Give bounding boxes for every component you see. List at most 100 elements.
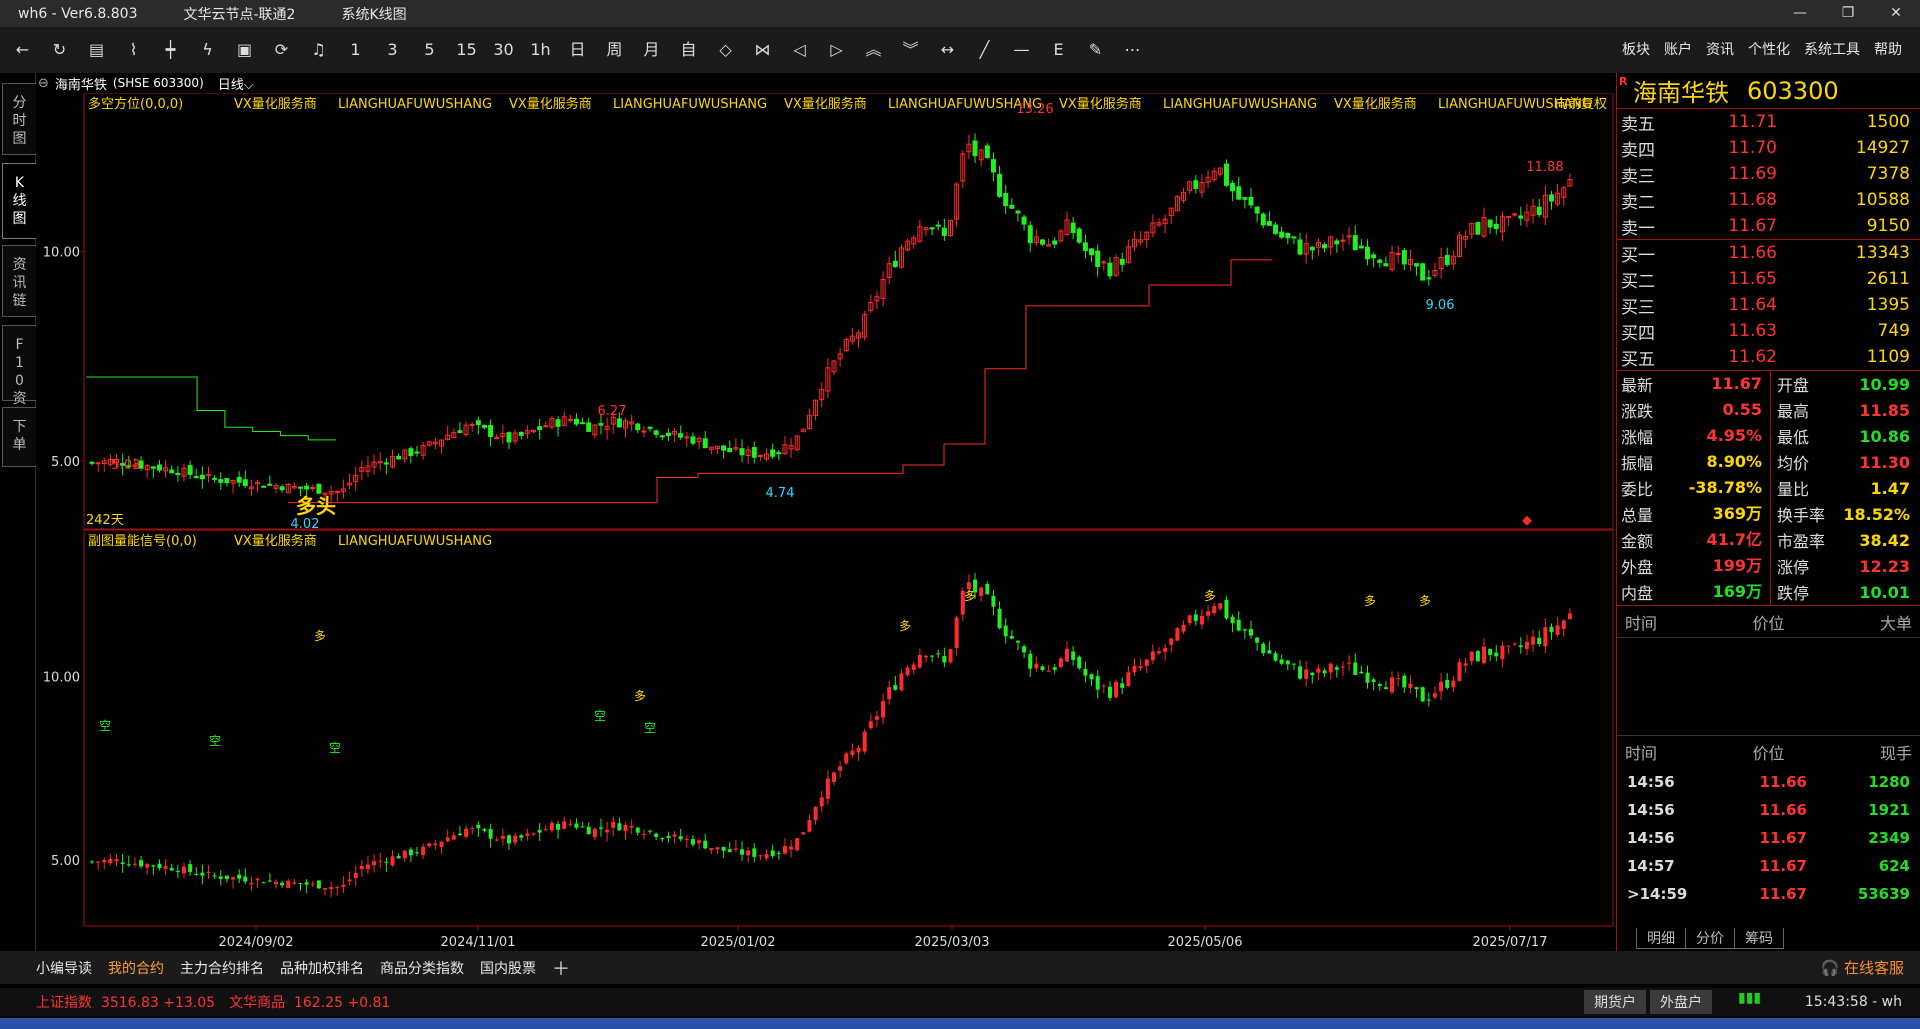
- more-icon[interactable]: ⋯: [1114, 27, 1151, 73]
- menu-2[interactable]: 资讯: [1706, 27, 1734, 73]
- foreign-account-button[interactable]: 外盘户: [1650, 990, 1712, 1014]
- period-button-日[interactable]: 日: [559, 27, 596, 73]
- bell-icon[interactable]: ♫: [300, 27, 337, 73]
- flash-icon[interactable]: ϟ: [189, 27, 226, 73]
- left-tab-4[interactable]: 下单: [2, 407, 36, 467]
- futures-account-button[interactable]: 期货户: [1584, 990, 1646, 1014]
- period-button-5[interactable]: 5: [411, 27, 448, 73]
- panel-tab-2[interactable]: 筹码: [1734, 927, 1784, 949]
- up-icon[interactable]: ︽: [855, 27, 892, 73]
- order-row[interactable]: 买二 11.65 2611: [1617, 266, 1920, 292]
- bottom-tab-5[interactable]: 国内股票: [480, 961, 536, 977]
- table-icon[interactable]: ▤: [78, 27, 115, 73]
- column-header: 现手: [1879, 744, 1912, 763]
- tick-volume: 53639: [1857, 885, 1910, 903]
- candle: [948, 219, 954, 237]
- candle: [586, 418, 592, 432]
- order-row[interactable]: 买四 11.63 749: [1617, 318, 1920, 344]
- draw-line-icon[interactable]: ╱: [966, 27, 1003, 73]
- menu-4[interactable]: 系统工具: [1804, 27, 1860, 73]
- bottom-tab-1[interactable]: 我的合约: [108, 961, 164, 977]
- candle: [721, 445, 727, 459]
- order-label: 买四: [1621, 323, 1655, 344]
- zoom-in-icon[interactable]: ◇: [707, 27, 744, 73]
- period-button-周[interactable]: 周: [596, 27, 633, 73]
- left-tab-2[interactable]: 资讯链: [2, 245, 36, 317]
- left-tab-1[interactable]: K线图: [2, 163, 36, 239]
- bottom-tab-2[interactable]: 主力合约排名: [180, 961, 264, 977]
- candle: [806, 408, 812, 430]
- left-tab-3[interactable]: F10资料: [2, 325, 36, 425]
- candle: [494, 434, 500, 440]
- online-service-link[interactable]: 🎧 在线客服: [1821, 957, 1904, 978]
- fib-icon[interactable]: Ε: [1040, 27, 1077, 73]
- candle: [1058, 228, 1064, 243]
- sub-candle: [365, 855, 370, 875]
- left-icon[interactable]: ◁: [781, 27, 818, 73]
- pen-icon[interactable]: ✎: [1077, 27, 1114, 73]
- fit-icon[interactable]: ↔: [929, 27, 966, 73]
- period-button-3[interactable]: 3: [374, 27, 411, 73]
- order-row[interactable]: 卖二 11.68 10588: [1617, 187, 1920, 213]
- candle: [849, 327, 855, 345]
- candle: [402, 449, 408, 463]
- kline-chart-area[interactable]: 多空方位(0,0,0) VX量化服务商 LIANGHUAFUWUSHANG VX量化服…: [38, 93, 1615, 951]
- stat-row: 内盘 169万 跌停 10.01: [1617, 579, 1920, 605]
- refresh-icon[interactable]: ↻: [41, 27, 78, 73]
- kline-icon[interactable]: ┿: [152, 27, 189, 73]
- period-button-15[interactable]: 15: [448, 27, 485, 73]
- bottom-tab-4[interactable]: 商品分类指数: [380, 961, 464, 977]
- period-button-月[interactable]: 月: [633, 27, 670, 73]
- period-button-自[interactable]: 自: [670, 27, 707, 73]
- period-button-1[interactable]: 1: [337, 27, 374, 73]
- zoom-out-icon[interactable]: ⋈: [744, 27, 781, 73]
- right-icon[interactable]: ▷: [818, 27, 855, 73]
- sub-candle: [1169, 638, 1174, 653]
- period-button-30[interactable]: 30: [485, 27, 522, 73]
- back-icon[interactable]: ←: [4, 27, 41, 73]
- bottom-tab-0[interactable]: 小编导读: [36, 961, 92, 977]
- portrait-icon[interactable]: ▣: [226, 27, 263, 73]
- candle: [1144, 231, 1150, 248]
- close-icon[interactable]: ✕: [1872, 0, 1920, 27]
- line-icon[interactable]: ⌇: [115, 27, 152, 73]
- sub-candle: [948, 648, 953, 664]
- menu-1[interactable]: 账户: [1664, 27, 1692, 73]
- panel-tab-0[interactable]: 明细: [1636, 927, 1686, 949]
- sub-candle: [660, 837, 665, 842]
- order-row[interactable]: 买三 11.64 1395: [1617, 292, 1920, 318]
- hline-icon[interactable]: —: [1003, 27, 1040, 73]
- link-icon[interactable]: ⊖: [38, 76, 49, 91]
- menu-5[interactable]: 帮助: [1874, 27, 1902, 73]
- order-row[interactable]: 买五 11.62 1109: [1617, 344, 1920, 370]
- stat-label: 金额: [1621, 532, 1654, 551]
- menu-0[interactable]: 板块: [1622, 27, 1650, 73]
- candle: [1064, 211, 1070, 236]
- bars-count-label: 242天: [86, 513, 124, 528]
- order-row[interactable]: 卖四 11.70 14927: [1617, 135, 1920, 161]
- order-row[interactable]: 买一 11.66 13343: [1617, 240, 1920, 266]
- menu-3[interactable]: 个性化: [1748, 27, 1790, 73]
- order-row[interactable]: 卖五 11.71 1500: [1617, 109, 1920, 135]
- sub-candle: [844, 751, 849, 765]
- sub-candle: [1445, 673, 1450, 690]
- sub-candle: [1518, 637, 1523, 654]
- minimize-icon[interactable]: —: [1776, 0, 1824, 27]
- panel-tabs: 明细 分价 筹码: [1616, 926, 1920, 950]
- sub-candle: [862, 728, 867, 755]
- sub-candle: [451, 831, 456, 840]
- period-selector[interactable]: 日线⌵: [218, 74, 254, 93]
- bottom-tab-3[interactable]: 品种加权排名: [280, 961, 364, 977]
- order-row[interactable]: 卖三 11.69 7378: [1617, 161, 1920, 187]
- candle: [1003, 185, 1009, 215]
- sub-candle: [1371, 677, 1376, 691]
- order-row[interactable]: 卖一 11.67 9150: [1617, 213, 1920, 239]
- down-icon[interactable]: ︾: [892, 27, 929, 73]
- period-button-1h[interactable]: 1h: [522, 27, 559, 73]
- panel-tab-1[interactable]: 分价: [1685, 927, 1735, 949]
- left-tab-0[interactable]: 分时图: [2, 83, 36, 155]
- cycle-icon[interactable]: ⟳: [263, 27, 300, 73]
- add-tab-icon[interactable]: ＋: [552, 955, 570, 981]
- stat-label: 换手率: [1777, 506, 1826, 525]
- restore-icon[interactable]: ❐: [1824, 0, 1872, 27]
